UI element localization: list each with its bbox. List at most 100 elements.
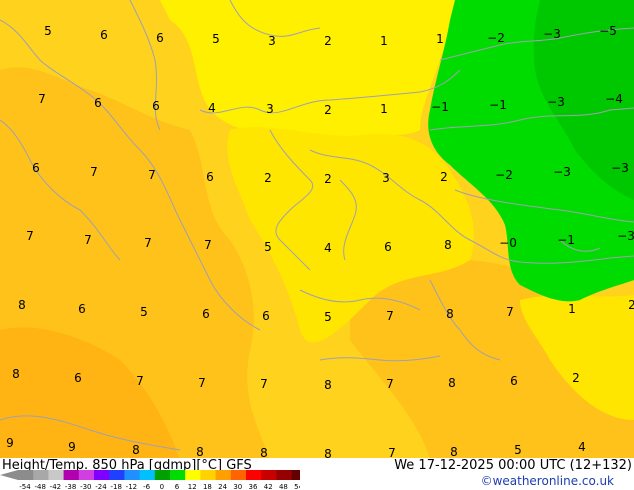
colorbar-swatch [48, 470, 65, 480]
colorbar-tick-label: -12 [126, 483, 137, 490]
isotherm-label: −3 [543, 27, 561, 41]
isotherm-label: 5 [514, 443, 522, 457]
isotherm-label: 6 [78, 302, 86, 316]
isotherm-label: −0 [499, 236, 517, 250]
isotherm-label: 5 [44, 24, 52, 38]
colorbar-swatch [78, 470, 95, 480]
isotherm-label: 2 [264, 171, 272, 185]
weather-map: 5 6 6 5 3 2 1 1 −2 −3 −5 7 6 6 4 3 2 1 −1 −1 −3 −4 6 7 7 6 2 2 3 2 −2 −… [0, 0, 634, 460]
colorbar-tick-label: 42 [264, 483, 273, 490]
isotherm-label: 2 [324, 172, 332, 186]
isotherm-label: −5 [599, 24, 617, 38]
isotherm-label: 6 [74, 371, 82, 385]
isotherm-label: 4 [324, 241, 332, 255]
colorbar-swatch [185, 470, 201, 480]
colorbar-swatch [63, 470, 80, 480]
isotherm-label: 8 [446, 307, 454, 321]
isotherm-label: 6 [510, 374, 518, 388]
colorbar-tick-label: -38 [65, 483, 76, 490]
isotherm-label: −3 [553, 165, 571, 179]
isotherm-label: 8 [18, 298, 26, 312]
colorbar-swatch [246, 470, 262, 480]
isotherm-label: −1 [431, 100, 449, 114]
isotherm-label: 8 [132, 443, 140, 457]
colorbar-tick-label: 12 [188, 483, 197, 490]
isotherm-label: −1 [489, 98, 507, 112]
isotherm-label: 5 [140, 305, 148, 319]
isotherm-label: −1 [557, 233, 575, 247]
isotherm-label: 8 [448, 376, 456, 390]
colorbar-tick-label: 36 [249, 483, 258, 490]
colorbar-swatch [261, 470, 277, 480]
colorbar-swatch [276, 470, 293, 480]
isotherm-label: −3 [611, 161, 629, 175]
colorbar-tick-label: -30 [80, 483, 91, 490]
isotherm-label: −2 [495, 168, 513, 182]
isotherm-label: 3 [268, 34, 276, 48]
colorbar-swatch [200, 470, 217, 480]
isotherm-label: 8 [196, 445, 204, 459]
isotherm-label: 7 [84, 233, 92, 247]
colorbar-swatch [215, 470, 232, 480]
colorbar-tick-label: 24 [218, 483, 227, 490]
isotherm-label: 5 [212, 32, 220, 46]
isotherm-label: 1 [436, 32, 444, 46]
colorbar-tick-label: -18 [110, 483, 121, 490]
credit-link[interactable]: ©weatheronline.co.uk [481, 474, 614, 488]
isotherm-label: 6 [100, 28, 108, 42]
isotherm-label: 7 [90, 165, 98, 179]
isotherm-label: 7 [386, 377, 394, 391]
colorbar-swatch [18, 470, 34, 480]
colorbar-swatch [33, 470, 49, 480]
colorbar-tick-label: 30 [233, 483, 242, 490]
colorbar-swatch [154, 470, 171, 480]
colorbar-tick-label: 6 [175, 483, 180, 490]
isotherm-label: 8 [444, 238, 452, 252]
isotherm-label: 7 [204, 238, 212, 252]
colorbar: -54 -48 -42 -38 -30 -24 -18 -12 -6 0 6 12 18 24 30 36 42… [0, 470, 300, 490]
isotherm-label: 4 [578, 440, 586, 454]
isotherm-label: −2 [487, 31, 505, 45]
colorbar-tick-label: -24 [95, 483, 107, 490]
isotherm-label: 6 [152, 99, 160, 113]
isotherm-label: 1 [380, 102, 388, 116]
colorbar-swatch [94, 470, 110, 480]
colorbar-tick-label: 18 [203, 483, 212, 490]
isotherm-label: 1 [568, 302, 576, 316]
colorbar-tick-label: 48 [279, 483, 288, 490]
isotherm-label: 2 [324, 34, 332, 48]
isotherm-label: 7 [198, 376, 206, 390]
colorbar-tick-label: -6 [143, 483, 151, 490]
isotherm-label: 2 [628, 298, 634, 312]
colorbar-swatch [139, 470, 156, 480]
colorbar-tick-label: 54 [294, 483, 300, 490]
isotherm-label: 6 [94, 96, 102, 110]
isotherm-label: 8 [450, 445, 458, 459]
isotherm-label: 7 [260, 377, 268, 391]
colorbar-swatch [124, 470, 141, 480]
isotherm-label: 6 [32, 161, 40, 175]
isotherm-label: −3 [617, 229, 634, 243]
colorbar-tick-label: 0 [160, 483, 164, 490]
colorbar-tick-label: -42 [50, 483, 61, 490]
colorbar-swatch [109, 470, 125, 480]
isotherm-label: 2 [324, 103, 332, 117]
colorbar-tick-label: -54 [19, 483, 31, 490]
isotherm-label: 6 [384, 240, 392, 254]
isotherm-label: 7 [386, 309, 394, 323]
isotherm-label: 1 [380, 34, 388, 48]
colorbar-arrow-left [0, 470, 18, 480]
isotherm-label: −4 [605, 92, 623, 106]
isotherm-label: 8 [12, 367, 20, 381]
isotherm-label: 6 [262, 309, 270, 323]
isotherm-label: 9 [6, 436, 14, 450]
isotherm-label: 5 [324, 310, 332, 324]
isotherm-label: 6 [156, 31, 164, 45]
colorbar-swatches [0, 470, 300, 480]
isotherm-label: −3 [547, 95, 565, 109]
colorbar-ticks: -54 -48 -42 -38 -30 -24 -18 -12 -6 0 6 12 18 24 30 36 42… [19, 483, 300, 490]
isotherm-label: 7 [136, 374, 144, 388]
colorbar-tick-label: -48 [34, 483, 45, 490]
colorbar-swatch [291, 470, 300, 480]
isotherm-label: 3 [382, 171, 390, 185]
